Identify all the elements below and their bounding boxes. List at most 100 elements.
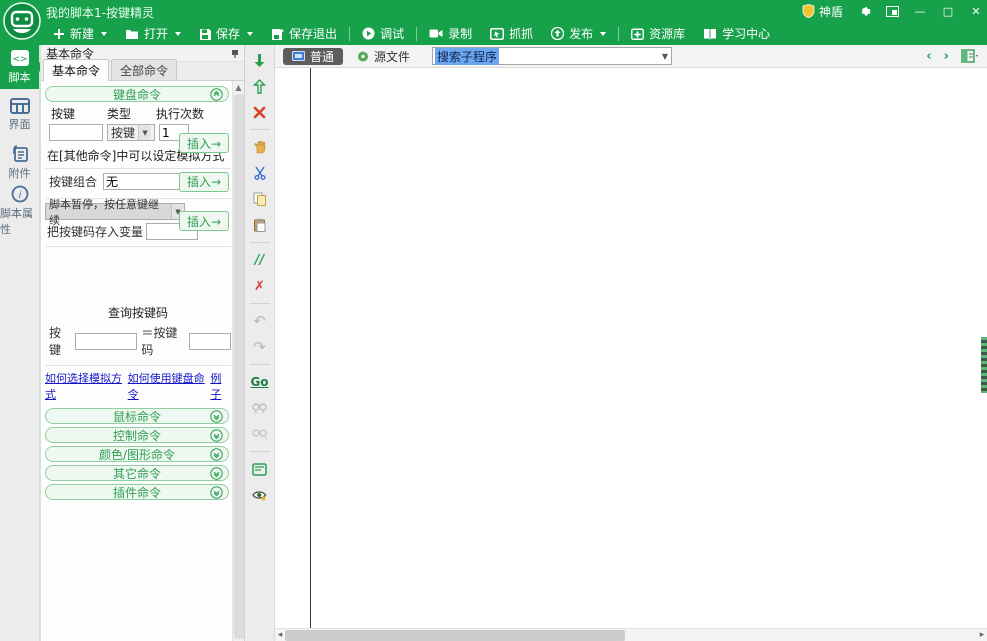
- dropdown-caret-icon: [600, 32, 606, 36]
- collapse-up-icon[interactable]: [210, 88, 223, 101]
- panel-scrollbar-thumb[interactable]: [234, 94, 244, 639]
- delete-icon[interactable]: [251, 103, 269, 121]
- learn-center-button[interactable]: 学习中心: [694, 22, 779, 45]
- scroll-left-icon[interactable]: ◂: [275, 630, 285, 640]
- key-combo-label: 按键组合: [49, 173, 97, 190]
- sidebar-item-script[interactable]: <> 脚本: [0, 45, 39, 89]
- key-input[interactable]: [49, 124, 103, 141]
- copy-icon[interactable]: [251, 190, 269, 208]
- svg-text:i: i: [18, 190, 21, 201]
- sidebar-item-properties[interactable]: i 脚本属性: [0, 189, 39, 233]
- info-icon: i: [11, 185, 29, 203]
- pin-icon[interactable]: [231, 49, 239, 58]
- sidebar-item-label: 脚本属性: [0, 205, 39, 237]
- key-combo-input[interactable]: [103, 173, 191, 190]
- count-label: 执行次数: [156, 105, 204, 122]
- expand-down-icon[interactable]: [210, 467, 223, 480]
- camera-icon: [429, 28, 443, 39]
- sidebar-item-interface[interactable]: 界面: [0, 93, 39, 137]
- panel-tab-basic[interactable]: 基本命令: [43, 59, 109, 81]
- scroll-up-icon[interactable]: ▲: [233, 81, 244, 93]
- save-button[interactable]: 保存: [190, 22, 262, 45]
- redo-icon[interactable]: ↷: [251, 338, 269, 356]
- query-keycode-input[interactable]: [189, 333, 231, 350]
- layout-grid-button[interactable]: [961, 49, 979, 63]
- uncomment-icon[interactable]: ✗: [251, 277, 269, 295]
- section-plugin-commands[interactable]: 插件命令: [45, 484, 229, 500]
- expand-down-icon[interactable]: [210, 448, 223, 461]
- screen-view-icon[interactable]: [251, 460, 269, 478]
- publish-button[interactable]: 发布: [542, 22, 615, 45]
- divider: [45, 365, 231, 366]
- sidebar-item-label: 附件: [9, 165, 31, 181]
- key-type-dropdown[interactable]: 按键 ▼: [107, 124, 155, 141]
- query-key-input[interactable]: [75, 333, 137, 350]
- move-up-icon[interactable]: [251, 77, 269, 95]
- section-mouse-commands[interactable]: 鼠标命令: [45, 408, 229, 424]
- section-other-commands[interactable]: 其它命令: [45, 465, 229, 481]
- boss-key-icon[interactable]: [885, 4, 899, 18]
- attachment-icon: [11, 145, 29, 163]
- main-toolbar: 新建 打开 保存 保存退出 调试 录制 抓抓 发布 资源库 学习中心: [0, 22, 987, 45]
- scroll-right-icon[interactable]: ▸: [977, 630, 987, 640]
- tab-source-view[interactable]: 源文件: [357, 48, 410, 65]
- horizontal-scrollbar-thumb[interactable]: [285, 630, 625, 641]
- book-icon: [703, 28, 717, 40]
- nav-prev-button[interactable]: ‹: [926, 49, 931, 64]
- horizontal-scrollbar[interactable]: ◂ ▸: [275, 628, 987, 641]
- expand-down-icon[interactable]: [210, 429, 223, 442]
- commands-panel: 基本命令 基本命令 全部命令 键盘命令 按键 类型 执行次数 按键: [40, 45, 245, 641]
- subroutine-combobox[interactable]: 搜索子程序 ▼: [432, 47, 672, 65]
- svg-text:<>: <>: [12, 55, 27, 65]
- publish-circle-icon: [551, 27, 564, 40]
- paste-icon[interactable]: [251, 216, 269, 234]
- link-how-use-keyboard[interactable]: 如何使用键盘命令: [128, 370, 211, 402]
- cut-icon[interactable]: [251, 164, 269, 182]
- eye-icon[interactable]: [251, 486, 269, 504]
- section-control-commands[interactable]: 控制命令: [45, 427, 229, 443]
- settings-gear-icon[interactable]: [857, 4, 871, 18]
- panel-scrollbar[interactable]: ▲: [232, 81, 244, 641]
- goto-icon[interactable]: Go: [251, 373, 269, 391]
- shield-badge[interactable]: 神盾: [802, 3, 843, 20]
- script-editor-canvas[interactable]: [275, 68, 987, 628]
- sidebar-item-label: 脚本: [9, 69, 31, 85]
- close-button[interactable]: ✕: [969, 4, 983, 18]
- section-color-graphics-commands[interactable]: 颜色/图形命令: [45, 446, 229, 462]
- link-example[interactable]: 例子: [210, 370, 231, 402]
- chevron-down-icon: ▼: [662, 52, 671, 61]
- capture-button[interactable]: 抓抓: [481, 22, 542, 45]
- debug-button[interactable]: 调试: [353, 22, 413, 45]
- insert-combo-button[interactable]: 插入→: [179, 172, 229, 192]
- link-how-choose-simulation[interactable]: 如何选择模拟方式: [45, 370, 128, 402]
- maximize-button[interactable]: □: [941, 4, 955, 18]
- undo-icon[interactable]: ↶: [251, 312, 269, 330]
- section-keyboard-commands[interactable]: 键盘命令: [45, 86, 229, 102]
- titlebar: 我的脚本1-按键精灵 神盾 — □ ✕: [0, 0, 987, 22]
- dropdown-caret-icon: [175, 32, 181, 36]
- insert-pause-button[interactable]: 插入→: [179, 211, 229, 231]
- insert-key-button[interactable]: 插入→: [179, 133, 229, 153]
- tab-normal-view[interactable]: 普通: [283, 48, 343, 65]
- sidebar-item-attachment[interactable]: 附件: [0, 141, 39, 185]
- new-button[interactable]: 新建: [44, 22, 116, 45]
- nav-next-button[interactable]: ›: [944, 49, 949, 64]
- comment-icon[interactable]: //: [251, 251, 269, 269]
- minimize-button[interactable]: —: [913, 4, 927, 18]
- move-down-icon[interactable]: [251, 51, 269, 69]
- panel-body: 键盘命令 按键 类型 执行次数 按键 ▼ 插入→ 在[其他命令]中可以设定模拟方…: [41, 81, 233, 641]
- right-panel-grip[interactable]: [981, 337, 987, 393]
- save-exit-button[interactable]: 保存退出: [262, 22, 346, 45]
- hand-drag-icon[interactable]: [251, 138, 269, 156]
- find-next-icon[interactable]: [251, 425, 269, 443]
- pause-option-dropdown[interactable]: 脚本暂停，按任意键继续 ▼: [45, 203, 185, 220]
- resources-button[interactable]: 资源库: [622, 22, 694, 45]
- open-button[interactable]: 打开: [116, 22, 190, 45]
- toolbar-divider: [618, 27, 619, 41]
- expand-down-icon[interactable]: [210, 486, 223, 499]
- panel-tab-all[interactable]: 全部命令: [111, 59, 177, 80]
- expand-down-icon[interactable]: [210, 410, 223, 423]
- find-icon[interactable]: [251, 399, 269, 417]
- record-button[interactable]: 录制: [420, 22, 481, 45]
- dropdown-caret-icon: [247, 32, 253, 36]
